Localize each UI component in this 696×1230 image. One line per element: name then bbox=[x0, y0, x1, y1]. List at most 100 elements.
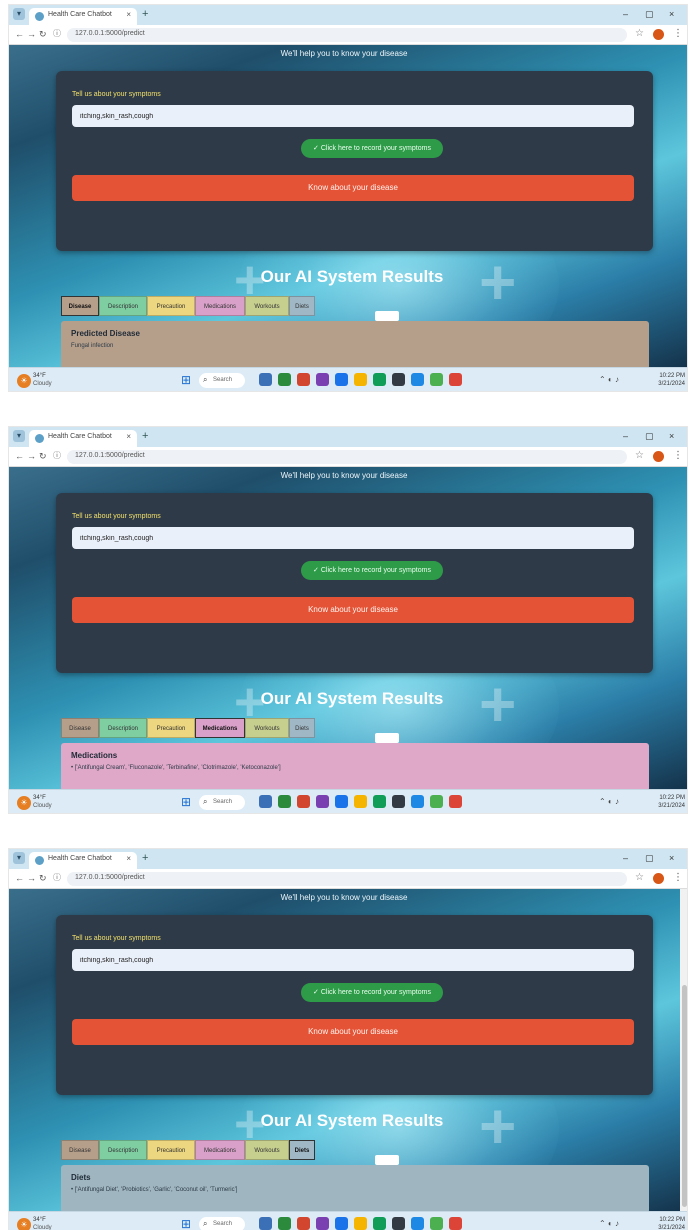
tab-close-icon[interactable]: × bbox=[126, 10, 131, 19]
windows-start-icon[interactable]: ⊞ bbox=[181, 1218, 194, 1230]
tab-diets[interactable]: Diets bbox=[289, 1140, 315, 1160]
chrome-icon[interactable] bbox=[449, 1217, 462, 1230]
app-icon[interactable] bbox=[373, 373, 386, 386]
know-disease-button[interactable]: Know about your disease bbox=[72, 175, 634, 201]
new-tab-icon[interactable]: + bbox=[142, 852, 148, 864]
app-icon[interactable] bbox=[278, 795, 291, 808]
weather-icon[interactable]: ☀ bbox=[17, 1218, 31, 1230]
tab-precaution[interactable]: Precaution bbox=[147, 1140, 195, 1160]
folder-icon[interactable] bbox=[354, 795, 367, 808]
profile-avatar[interactable] bbox=[653, 29, 664, 40]
weather-icon[interactable]: ☀ bbox=[17, 374, 31, 388]
tab-diets[interactable]: Diets bbox=[289, 718, 315, 738]
bookmark-star-icon[interactable]: ☆ bbox=[635, 450, 644, 462]
chrome-icon[interactable] bbox=[449, 373, 462, 386]
tab-workouts[interactable]: Workouts bbox=[245, 296, 289, 316]
app-icon[interactable] bbox=[278, 1217, 291, 1230]
tab-precaution[interactable]: Precaution bbox=[147, 296, 195, 316]
reload-icon[interactable]: ↻ bbox=[39, 451, 47, 461]
app-icon[interactable] bbox=[335, 795, 348, 808]
symptoms-input[interactable] bbox=[72, 949, 634, 971]
reload-icon[interactable]: ↻ bbox=[39, 29, 47, 39]
address-bar[interactable]: 127.0.0.1:5000/predict bbox=[67, 872, 627, 886]
app-icon[interactable] bbox=[430, 795, 443, 808]
windows-start-icon[interactable]: ⊞ bbox=[181, 796, 194, 809]
app-icon[interactable] bbox=[430, 373, 443, 386]
reload-icon[interactable]: ↻ bbox=[39, 873, 47, 883]
maximize-icon[interactable]: ▢ bbox=[645, 853, 654, 863]
taskbar-clock[interactable]: 10:22 PM 3/21/2024 bbox=[649, 794, 685, 810]
site-info-icon[interactable]: ⓘ bbox=[53, 873, 63, 883]
app-icon[interactable] bbox=[430, 1217, 443, 1230]
app-icon[interactable] bbox=[316, 795, 329, 808]
chrome-icon[interactable] bbox=[449, 795, 462, 808]
folder-icon[interactable] bbox=[354, 373, 367, 386]
windows-start-icon[interactable]: ⊞ bbox=[181, 374, 194, 387]
app-icon[interactable] bbox=[316, 373, 329, 386]
taskbar-search[interactable]: ⌕ Search bbox=[199, 795, 245, 810]
app-icon[interactable] bbox=[392, 1217, 405, 1230]
tab-disease[interactable]: Disease bbox=[61, 718, 99, 738]
profile-avatar[interactable] bbox=[653, 451, 664, 462]
system-tray-icons[interactable]: ⌃ ◐ ♪ bbox=[599, 797, 619, 806]
profile-avatar[interactable] bbox=[653, 873, 664, 884]
browser-tab[interactable]: Health Care Chatbot × bbox=[29, 8, 137, 25]
minimize-icon[interactable]: – bbox=[623, 9, 628, 19]
tab-medications[interactable]: Medications bbox=[195, 1140, 245, 1160]
app-icon[interactable] bbox=[392, 373, 405, 386]
app-icon[interactable] bbox=[411, 1217, 424, 1230]
app-icon[interactable] bbox=[392, 795, 405, 808]
minimize-icon[interactable]: – bbox=[623, 853, 628, 863]
record-symptoms-button[interactable]: ✓ Click here to record your symptoms bbox=[301, 983, 443, 1002]
app-icon[interactable] bbox=[297, 373, 310, 386]
app-icon[interactable] bbox=[297, 1217, 310, 1230]
tab-description[interactable]: Description bbox=[99, 296, 147, 316]
record-symptoms-button[interactable]: ✓ Click here to record your symptoms bbox=[301, 139, 443, 158]
tab-description[interactable]: Description bbox=[99, 1140, 147, 1160]
symptoms-input[interactable] bbox=[72, 105, 634, 127]
page-scrollbar[interactable] bbox=[680, 889, 687, 1211]
tab-precaution[interactable]: Precaution bbox=[147, 718, 195, 738]
tab-medications[interactable]: Medications bbox=[195, 296, 245, 316]
forward-icon[interactable]: → bbox=[27, 29, 36, 39]
app-icon[interactable] bbox=[411, 795, 424, 808]
tab-close-icon[interactable]: × bbox=[126, 854, 131, 863]
browser-tab[interactable]: Health Care Chatbot × bbox=[29, 852, 137, 869]
tab-diets[interactable]: Diets bbox=[289, 296, 315, 316]
maximize-icon[interactable]: ▢ bbox=[645, 9, 654, 19]
address-bar[interactable]: 127.0.0.1:5000/predict bbox=[67, 450, 627, 464]
app-icon[interactable] bbox=[373, 1217, 386, 1230]
taskbar-search[interactable]: ⌕ Search bbox=[199, 1217, 245, 1230]
site-info-icon[interactable]: ⓘ bbox=[53, 451, 63, 461]
scrollbar-thumb[interactable] bbox=[682, 985, 687, 1207]
tab-workouts[interactable]: Workouts bbox=[245, 1140, 289, 1160]
app-icon[interactable] bbox=[297, 795, 310, 808]
system-tray-icons[interactable]: ⌃ ◐ ♪ bbox=[599, 375, 619, 384]
app-icon[interactable] bbox=[411, 373, 424, 386]
tab-description[interactable]: Description bbox=[99, 718, 147, 738]
address-bar[interactable]: 127.0.0.1:5000/predict bbox=[67, 28, 627, 42]
back-icon[interactable]: ← bbox=[15, 451, 24, 461]
app-icon[interactable] bbox=[335, 1217, 348, 1230]
system-tray-icons[interactable]: ⌃ ◐ ♪ bbox=[599, 1219, 619, 1228]
back-icon[interactable]: ← bbox=[15, 873, 24, 883]
minimize-icon[interactable]: – bbox=[623, 431, 628, 441]
tab-medications[interactable]: Medications bbox=[195, 718, 245, 738]
tab-close-icon[interactable]: × bbox=[126, 432, 131, 441]
symptoms-input[interactable] bbox=[72, 527, 634, 549]
taskbar-search[interactable]: ⌕ Search bbox=[199, 373, 245, 388]
weather-icon[interactable]: ☀ bbox=[17, 796, 31, 810]
menu-icon[interactable]: ⋮ bbox=[673, 28, 683, 40]
tab-disease[interactable]: Disease bbox=[61, 296, 99, 316]
tab-disease[interactable]: Disease bbox=[61, 1140, 99, 1160]
tab-actions-icon[interactable]: ▾ bbox=[13, 8, 25, 20]
app-icon[interactable] bbox=[316, 1217, 329, 1230]
menu-icon[interactable]: ⋮ bbox=[673, 450, 683, 462]
app-icon[interactable] bbox=[335, 373, 348, 386]
know-disease-button[interactable]: Know about your disease bbox=[72, 1019, 634, 1045]
browser-tab[interactable]: Health Care Chatbot × bbox=[29, 430, 137, 447]
taskbar-clock[interactable]: 10:22 PM 3/21/2024 bbox=[649, 1216, 685, 1230]
new-tab-icon[interactable]: + bbox=[142, 8, 148, 20]
new-tab-icon[interactable]: + bbox=[142, 430, 148, 442]
forward-icon[interactable]: → bbox=[27, 873, 36, 883]
